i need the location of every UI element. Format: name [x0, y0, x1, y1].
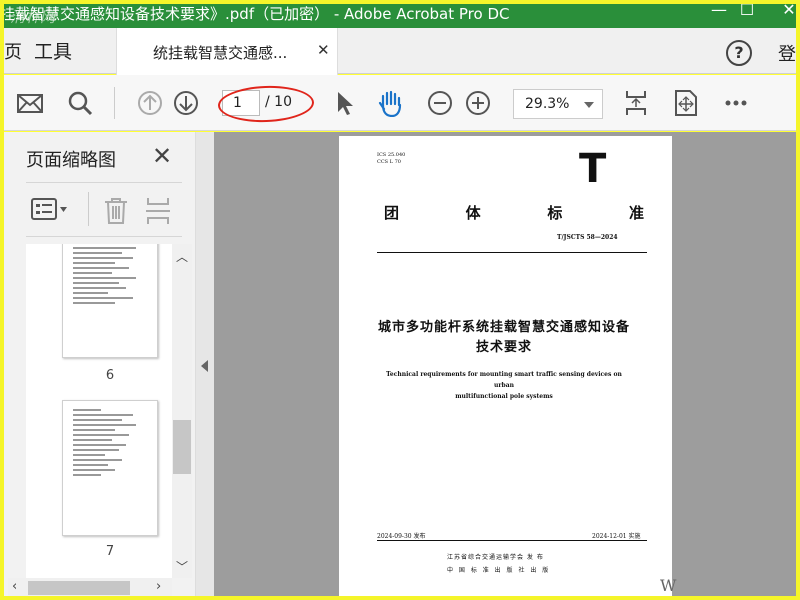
close-panel-icon[interactable]: ✕ [152, 142, 172, 170]
thumbnail-page-number: 6 [105, 368, 115, 383]
chevron-left-icon[interactable]: ‹ [12, 579, 17, 594]
previous-page-icon[interactable] [136, 89, 164, 117]
chevron-right-icon[interactable]: › [156, 579, 161, 594]
minimize-button[interactable]: — [704, 4, 734, 22]
chevron-down-icon[interactable]: ﹀ [176, 558, 188, 575]
document-tab-label: 统挂载智慧交通感... [153, 44, 288, 62]
page-thumbnail-6[interactable] [62, 244, 158, 358]
document-viewer[interactable]: ICS 25.040 CCS L 70 T 团 体 标 准 T/JSCTS 58… [214, 132, 796, 596]
sign-in-button[interactable]: 登 [778, 40, 796, 66]
toolbar-separator [114, 87, 115, 119]
chevron-up-icon[interactable]: ︿ [176, 248, 188, 265]
select-arrow-icon[interactable] [330, 89, 358, 117]
screenshot-frame: 挂载智慧交通感知设备技术要求》.pdf（已加密） - Adobe Acrobat… [0, 0, 800, 600]
panel-collapse-strip[interactable] [196, 132, 214, 596]
tab-document[interactable]: 统挂载智慧交通感... ✕ [116, 28, 338, 75]
email-icon[interactable] [16, 89, 44, 117]
standard-type-heading: 团 体 标 准 [384, 204, 644, 222]
thumbnail-page-number: 7 [105, 544, 115, 559]
panel-divider-2 [26, 236, 182, 237]
extract-page-icon[interactable] [144, 196, 172, 226]
footer-rule [377, 540, 647, 541]
site-watermark: 消林网 [10, 8, 56, 26]
hand-tool-icon[interactable] [377, 89, 405, 117]
main-toolbar: 1 / 10 29.3% [4, 75, 796, 131]
thumbnail-horizontal-scrollbar[interactable]: ‹ › [8, 578, 172, 596]
maximize-button[interactable]: ☐ [732, 4, 762, 22]
thumbnail-text-lines [73, 247, 143, 307]
close-tab-icon[interactable]: ✕ [317, 41, 330, 59]
issuing-organization: 江苏省综合交通运输学会 发 布 [447, 554, 544, 561]
header-rule [377, 252, 647, 253]
scrollbar-thumb[interactable] [28, 581, 130, 595]
publisher: 中 国 标 准 出 版 社 出 版 [447, 567, 551, 574]
zoom-value: 29.3% [525, 96, 570, 112]
collapse-arrow-icon[interactable] [201, 360, 208, 372]
standard-logo-letter: T [579, 146, 607, 192]
next-page-icon[interactable] [172, 89, 200, 117]
panel-tool-separator [88, 192, 89, 226]
publish-date: 2024-09-30 发布 [377, 533, 426, 540]
thumbnails-panel: 页面缩略图 ✕ 6 7 ︿ ﹀ ‹ › [4, 132, 196, 596]
scrollbar-thumb[interactable] [173, 420, 191, 474]
zoom-out-icon[interactable] [426, 89, 454, 117]
thumbnail-options-icon[interactable] [30, 196, 70, 222]
classification-codes: ICS 25.040 CCS L 70 [377, 152, 406, 165]
search-icon[interactable] [66, 89, 94, 117]
full-screen-icon[interactable] [672, 89, 700, 117]
thumbnail-list[interactable]: 6 7 [26, 244, 192, 578]
pdf-page: ICS 25.040 CCS L 70 T 团 体 标 准 T/JSCTS 58… [339, 136, 672, 596]
chinese-title: 城市多功能杆系统挂载智慧交通感知设备 技术要求 [377, 320, 630, 355]
english-title: Technical requirements for mounting smar… [386, 371, 622, 400]
chevron-down-icon [584, 102, 594, 108]
window-close-button[interactable]: ✕ [774, 4, 796, 22]
delete-page-icon[interactable] [102, 196, 130, 226]
fit-page-icon[interactable] [622, 89, 650, 117]
standard-code: T/JSCTS 58—2024 [557, 234, 618, 241]
help-icon[interactable]: ? [726, 40, 752, 66]
panel-title: 页面缩略图 [26, 150, 116, 171]
tab-bar: 页 工具 统挂载智慧交通感... ✕ ? 登 [4, 28, 796, 75]
thumbnail-text-lines [73, 409, 143, 479]
page-thumbnail-7[interactable] [62, 400, 158, 536]
more-options-icon[interactable] [722, 89, 750, 117]
tab-tools[interactable]: 工具 [34, 37, 72, 64]
tab-home[interactable]: 页 [4, 38, 22, 64]
window-title: 挂载智慧交通感知设备技术要求》.pdf（已加密） - Adobe Acrobat… [4, 5, 510, 23]
implementation-date: 2024-12-01 实施 [592, 533, 641, 540]
zoom-in-icon[interactable] [464, 89, 492, 117]
zoom-select[interactable]: 29.3% [513, 89, 603, 119]
thumbnail-vertical-scrollbar[interactable]: ︿ ﹀ [172, 244, 192, 578]
title-bar: 挂载智慧交通感知设备技术要求》.pdf（已加密） - Adobe Acrobat… [4, 4, 796, 28]
corner-watermark: W [660, 576, 677, 595]
panel-divider [26, 182, 182, 183]
